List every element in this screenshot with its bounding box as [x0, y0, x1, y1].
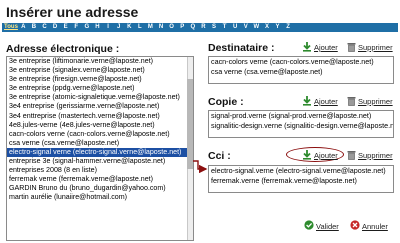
address-list-item[interactable]: csa verne (csa.verne@laposte.net) [7, 139, 193, 148]
destinataire-remove-link[interactable]: Supprimer [358, 43, 393, 52]
cci-label: Cci : [208, 150, 231, 162]
alphabet-letter-filter[interactable]: Z [283, 23, 294, 32]
download-arrow-icon[interactable] [302, 42, 312, 52]
address-list-scrollbar[interactable] [187, 57, 193, 240]
destinataire-field[interactable]: cacn-colors verne (cacn-colors.verne@lap… [208, 56, 394, 84]
alphabet-letter-filter[interactable]: B [29, 23, 40, 32]
alphabet-letter-filter[interactable]: A [18, 23, 29, 32]
trash-icon[interactable] [347, 42, 356, 52]
address-list-item[interactable]: martin aurélie (lunaiire@hotmail.com) [7, 193, 193, 202]
address-list-item[interactable]: 3e4 entreprise (gerissiarme.verne@lapost… [7, 102, 193, 111]
destinataire-add-link[interactable]: Ajouter [314, 43, 338, 52]
alphabet-letter-filter[interactable]: K [124, 23, 135, 32]
copie-label: Copie : [208, 96, 244, 108]
alphabet-letter-filter[interactable]: J [113, 23, 124, 32]
address-list-item[interactable]: 4e8.jules-verne (4e8.jules-verne@laposte… [7, 121, 193, 130]
address-list-item[interactable]: 3e entreprise (liftimonarie.verne@lapost… [7, 57, 193, 66]
check-circle-icon[interactable] [304, 220, 314, 230]
scrollbar-thumb[interactable] [187, 79, 193, 169]
alphabet-letter-filter[interactable]: H [92, 23, 103, 32]
address-list-item[interactable]: 3e4 enttreprise (mastertech.verne@lapost… [7, 112, 193, 121]
cci-remove-link[interactable]: Supprimer [358, 151, 393, 160]
destinataire-label: Destinataire : [208, 42, 275, 54]
address-list-item[interactable]: entreprise 3e (signal-hammer.verne@lapos… [7, 157, 193, 166]
alphabet-letter-filter[interactable]: X [262, 23, 273, 32]
validate-button[interactable]: Valider [316, 222, 339, 231]
download-arrow-icon[interactable] [302, 96, 312, 106]
trash-icon[interactable] [347, 96, 356, 106]
alphabet-letter-filter[interactable]: F [71, 23, 82, 32]
x-circle-icon[interactable] [350, 220, 360, 230]
address-list-label: Adresse électronique : [6, 43, 120, 55]
alphabet-letter-filter[interactable]: R [198, 23, 209, 32]
address-list-item[interactable]: 3e entreprise (ppdg.verne@laposte.net) [7, 84, 193, 93]
alphabet-letter-filter[interactable]: Y [272, 23, 283, 32]
cancel-button[interactable]: Annuler [362, 222, 388, 231]
address-list-item[interactable]: 3e entreprise (atomic-signaletique.verne… [7, 93, 193, 102]
address-list[interactable]: 3e entreprise (liftimonarie.verne@lapost… [6, 56, 194, 241]
copie-remove-link[interactable]: Supprimer [358, 97, 393, 106]
destinataire-entry: csa verne (csa.verne@laposte.net) [211, 66, 323, 76]
alphabet-letter-filter[interactable]: W [251, 23, 262, 32]
dialog-title: Insérer une adresse [6, 4, 139, 20]
alphabet-filter-bar: Tous ABCDEFGHIJKLMNOPQRSTUVWXYZ [2, 23, 398, 32]
alphabet-letter-filter[interactable]: E [60, 23, 71, 32]
download-arrow-icon[interactable] [302, 150, 312, 160]
alphabet-letter-filter[interactable]: C [39, 23, 50, 32]
address-list-item[interactable]: cacn-colors verne (cacn-colors.verne@lap… [7, 130, 193, 139]
alphabet-letter-filter[interactable]: S [209, 23, 220, 32]
alphabet-letter-filter[interactable]: U [230, 23, 241, 32]
address-list-item[interactable]: electro-signal verne (electro-signal.ver… [7, 147, 193, 158]
destinataire-entry: cacn-colors verne (cacn-colors.verne@lap… [211, 57, 374, 66]
copie-field[interactable]: signal-prod.verne (signal-prod.verne@lap… [208, 110, 394, 138]
cci-entry: electro-signal.verne (electro-signal.ver… [211, 166, 386, 175]
address-list-item[interactable]: ferremak verne (ferremak.verne@laposte.n… [7, 175, 193, 184]
alphabet-letter-filter[interactable]: V [240, 23, 251, 32]
alphabet-letter-filter[interactable]: Q [188, 23, 199, 32]
trash-icon[interactable] [347, 150, 356, 160]
address-list-item[interactable]: GARDIN Bruno du (bruno_dugardin@yahoo.co… [7, 184, 193, 193]
cci-add-link[interactable]: Ajouter [314, 151, 338, 160]
alphabet-all-filter[interactable]: Tous [4, 23, 18, 32]
alphabet-letter-filter[interactable]: P [177, 23, 188, 32]
copie-entry: signalitic-design.verne (signalitic-desi… [211, 120, 393, 130]
alphabet-letter-filter[interactable]: N [156, 23, 167, 32]
alphabet-letter-filter[interactable]: M [145, 23, 156, 32]
alphabet-letter-filter[interactable]: L [135, 23, 146, 32]
address-list-item[interactable]: 3e entreprise (firesign.verne@laposte.ne… [7, 75, 193, 84]
alphabet-letter-filter[interactable]: G [82, 23, 93, 32]
address-list-item[interactable]: entreprises 2008 (8 en liste) [7, 166, 193, 175]
copie-entry: signal-prod.verne (signal-prod.verne@lap… [211, 111, 372, 120]
cci-field[interactable]: electro-signal.verne (electro-signal.ver… [208, 165, 394, 193]
address-list-item[interactable]: 3e entreprise (signalex.verne@laposte.ne… [7, 66, 193, 75]
copie-add-link[interactable]: Ajouter [314, 97, 338, 106]
alphabet-letter-filter[interactable]: I [103, 23, 114, 32]
cci-entry: ferremak.verne (ferremak.verne@laposte.n… [211, 175, 357, 185]
alphabet-letter-filter[interactable]: D [50, 23, 61, 32]
alphabet-letter-filter[interactable]: T [219, 23, 230, 32]
alphabet-letter-filter[interactable]: O [166, 23, 177, 32]
